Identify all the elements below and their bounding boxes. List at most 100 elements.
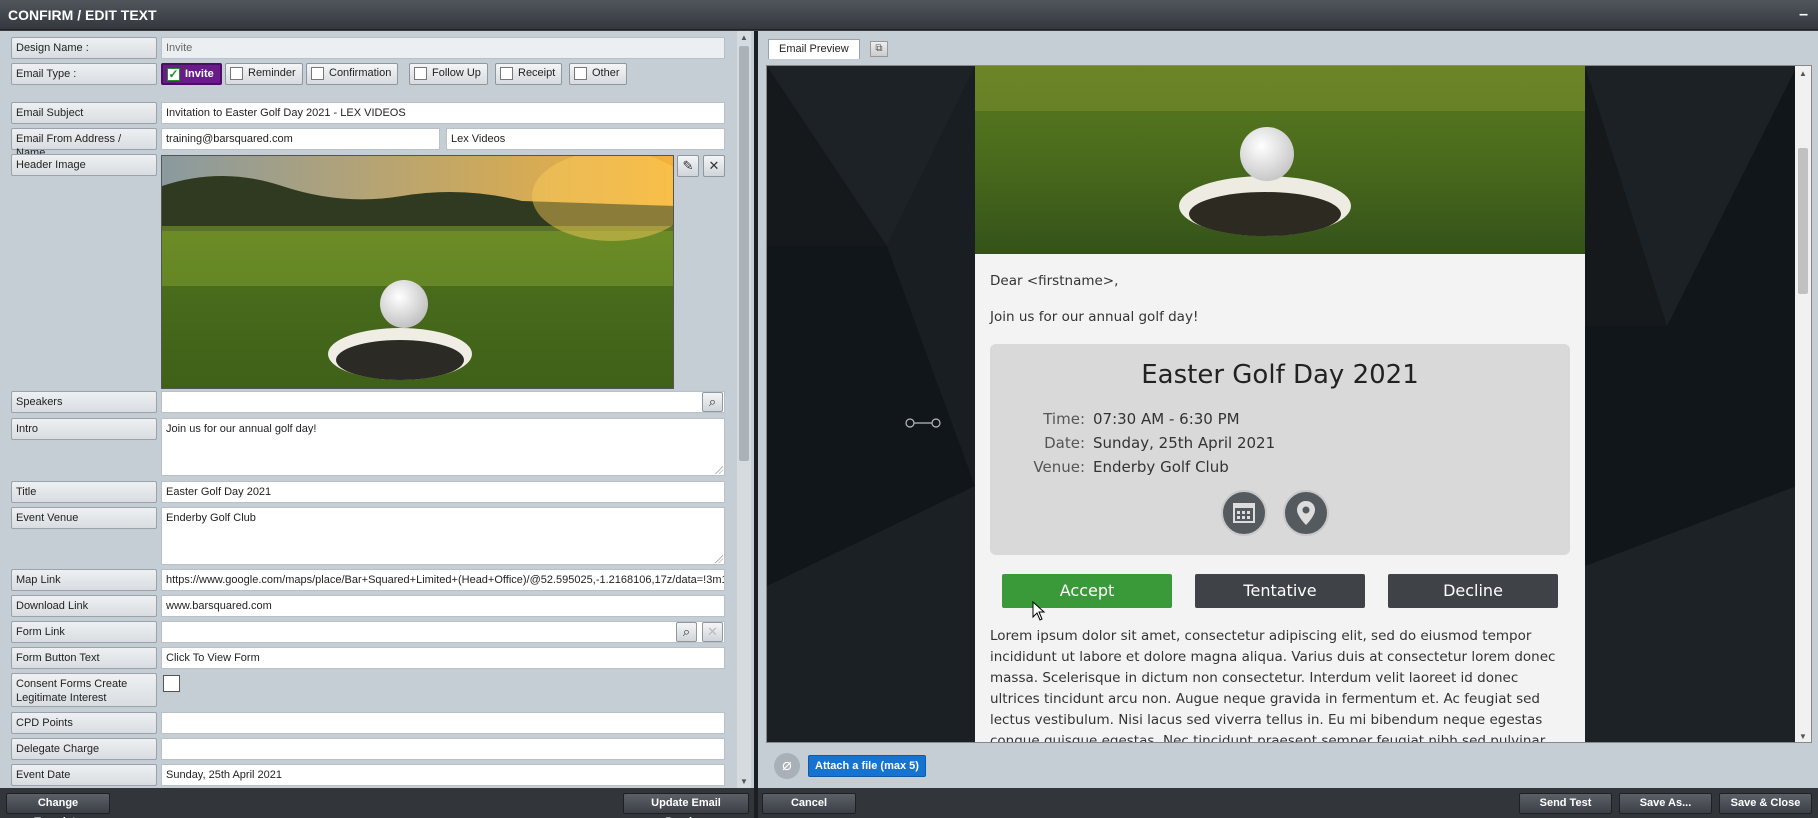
email-preview-frame: Dear <firstname>, Join us for our annual… [766,65,1812,743]
attach-file-button[interactable]: Attach a file (max 5) [808,755,926,777]
email-type-option-label: Other [592,67,620,79]
email-intro: Join us for our annual golf day! [990,309,1199,325]
email-type-receipt-checkbox[interactable]: Receipt [495,63,563,85]
search-icon[interactable]: ⌕ [702,392,723,412]
intro-textarea[interactable]: Join us for our annual golf day! [161,418,725,476]
update-email-preview-button[interactable]: Update Email Preview [623,793,749,818]
event-detail-key: Venue: [1033,458,1085,476]
map-pin-icon[interactable] [1283,490,1329,536]
save-as-button[interactable]: Save As... [1619,793,1712,814]
form-link-input[interactable] [161,621,725,643]
event-detail-value: Enderby Golf Club [1093,458,1229,476]
scroll-up-icon[interactable]: ▲ [1795,69,1811,78]
mouse-cursor-icon [1032,601,1046,621]
email-type-followup-checkbox[interactable]: Follow Up [409,63,488,85]
scroll-down-icon[interactable]: ▼ [1795,732,1811,741]
checkbox-box [574,67,587,80]
tentative-button[interactable]: Tentative [1195,574,1365,608]
email-type-label: Email Type : [11,63,157,85]
speakers-input[interactable] [161,391,725,413]
tab-email-preview[interactable]: Email Preview [768,39,860,59]
email-subject-input[interactable]: Invitation to Easter Golf Day 2021 - LEX… [161,102,725,124]
event-detail-value: Sunday, 25th April 2021 [1093,434,1276,452]
form-button-text-label: Form Button Text [11,647,157,669]
edit-image-icon[interactable]: ✎ [677,155,699,177]
right-footer: Cancel Send Test Save As... Save & Close [758,788,1818,818]
checkbox-box [500,67,513,80]
email-type-other-checkbox[interactable]: Other [569,63,627,85]
cancel-button[interactable]: Cancel [762,793,856,814]
map-link-label: Map Link [11,569,157,591]
email-body-text: Lorem ipsum dolor sit amet, consectetur … [990,628,1556,743]
scrollbar-thumb[interactable] [1798,148,1808,294]
email-header-image [975,66,1585,254]
email-from-name-input[interactable]: Lex Videos [446,128,725,150]
email-type-reminder-checkbox[interactable]: Reminder [225,63,303,85]
minimize-button[interactable]: – [1799,0,1808,30]
email-greeting: Dear <firstname>, [990,273,1119,289]
email-type-option-label: Reminder [248,67,296,79]
form-button-text-input[interactable]: Click To View Form [161,647,725,669]
event-details-card: Easter Golf Day 2021 Time: 07:30 AM - 6:… [990,344,1570,555]
delegate-charge-label: Delegate Charge [11,738,157,760]
preview-panel: Email Preview ⧉ Dear <firstname>, Join u… [758,31,1818,788]
event-venue-label: Event Venue [11,507,157,529]
consent-checkbox[interactable] [163,675,180,692]
event-venue-textarea[interactable]: Enderby Golf Club [161,507,725,565]
email-type-option-label: Receipt [518,67,556,79]
design-name-label: Design Name : [11,37,157,59]
email-subject-label: Email Subject [11,102,157,124]
event-detail-value: 07:30 AM - 6:30 PM [1093,410,1240,428]
event-date-input[interactable]: Sunday, 25th April 2021 [161,764,725,786]
intro-label: Intro [11,418,157,440]
golf-ball-image [162,156,673,388]
checkbox-box [414,67,427,80]
checkbox-box [230,67,243,80]
paperclip-icon: ⌀ [774,753,800,779]
clear-icon: ✕ [702,622,723,642]
save-and-close-button[interactable]: Save & Close [1719,793,1812,814]
email-type-invite-checkbox[interactable]: ✓ Invite [161,63,222,85]
accept-button[interactable]: Accept [1002,574,1172,608]
golf-ball-hero-image [975,66,1585,254]
event-detail-key: Date: [1044,434,1085,452]
preview-scrollbar[interactable]: ▲ ▼ [1795,66,1811,742]
scroll-up-icon[interactable]: ▲ [739,33,749,42]
change-template-button[interactable]: Change Template [6,793,110,818]
attachment-bar: ⌀ Attach a file (max 5) [766,747,1812,783]
email-type-option-label: Invite [185,68,214,80]
delegate-charge-input[interactable] [161,738,725,760]
email-from-address-input[interactable]: training@barsquared.com [161,128,440,150]
event-detail-key: Time: [1043,410,1085,428]
title-input[interactable]: Easter Golf Day 2021 [161,481,725,503]
remove-image-icon[interactable]: ✕ [703,155,725,177]
resize-handle[interactable] [715,466,723,474]
cpd-points-input[interactable] [161,712,725,734]
checkbox-box [311,67,324,80]
email-type-option-label: Confirmation [329,67,392,79]
email-type-confirmation-checkbox[interactable]: Confirmation [306,63,399,85]
edit-form-panel: Design Name : Invite Email Type : ✓ Invi… [0,31,754,788]
resize-handle[interactable] [715,555,723,563]
map-link-input[interactable]: https://www.google.com/maps/place/Bar+Sq… [161,569,725,591]
header-image-label: Header Image [11,154,157,176]
popout-icon[interactable]: ⧉ [870,41,888,57]
email-type-option-label: Follow Up [432,67,481,79]
search-icon[interactable]: ⌕ [676,622,697,642]
design-name-field: Invite [161,37,725,59]
form-scrollbar[interactable]: ▲ ▼ [737,31,751,788]
title-label: Title [11,481,157,503]
download-link-input[interactable]: www.barsquared.com [161,595,725,617]
scroll-down-icon[interactable]: ▼ [739,777,749,786]
window-title: CONFIRM / EDIT TEXT [8,7,157,23]
form-link-label: Form Link [11,621,157,643]
checkmark-icon: ✓ [167,67,180,81]
header-image-preview [161,155,674,389]
calendar-icon[interactable] [1221,490,1267,536]
scrollbar-thumb[interactable] [739,46,749,461]
decline-button[interactable]: Decline [1388,574,1558,608]
cpd-points-label: CPD Points [11,712,157,734]
download-link-label: Download Link [11,595,157,617]
left-footer: Change Template Update Email Preview [0,788,754,818]
send-test-button[interactable]: Send Test [1519,793,1612,814]
